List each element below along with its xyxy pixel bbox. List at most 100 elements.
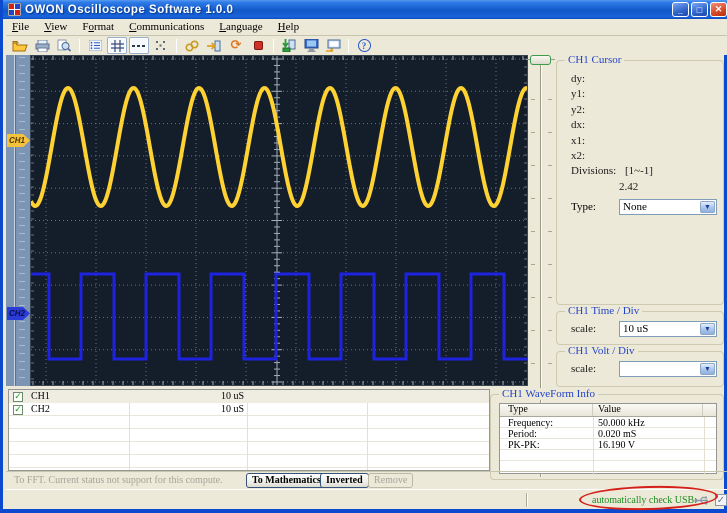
waveform-info-title: CH1 WaveForm Info	[499, 388, 599, 400]
print-button[interactable]	[32, 37, 52, 54]
dot-view-button[interactable]	[151, 37, 171, 54]
menu-communications[interactable]: Communications	[129, 21, 204, 33]
divisions-row: Divisions: [1~-1]	[571, 165, 717, 181]
channel-scale: 10 uS	[221, 391, 245, 402]
cursor-type-row: Type: None ▼	[571, 199, 717, 216]
menu-format[interactable]: Format	[82, 21, 114, 33]
download-data-button[interactable]	[279, 37, 299, 54]
info-row-period: Period: 0.020 mS	[508, 429, 637, 440]
open-file-button[interactable]	[10, 37, 30, 54]
maximize-button[interactable]: □	[691, 2, 708, 17]
cursor-field-x1: x1:	[571, 134, 586, 147]
refresh-icon: ⟳	[230, 37, 242, 53]
waveform-table-header: Type Value	[500, 404, 716, 417]
time-scale-value: 10 uS	[623, 323, 649, 335]
menu-view[interactable]: View	[44, 21, 67, 33]
waveform-info-table: Type Value Frequency: 50.000 kHz Period: 0…	[499, 403, 717, 475]
slider-handle[interactable]	[530, 55, 551, 65]
list-view-button[interactable]	[85, 37, 105, 54]
toolbar: ⟳ ?	[6, 36, 727, 55]
position-slider-track	[14, 55, 16, 386]
cursor-field-y1: y1:	[571, 88, 586, 101]
monitor-icon	[304, 39, 318, 52]
time-scale-select[interactable]: 10 uS ▼	[619, 321, 717, 337]
refresh-button[interactable]: ⟳	[226, 37, 246, 54]
remove-button: Remove	[368, 473, 414, 488]
screen-transfer-button[interactable]	[323, 37, 343, 54]
ch1-voltdiv-title: CH1 Volt / Div	[565, 345, 638, 357]
cursor-type-label: Type:	[571, 201, 596, 214]
app-window: OWON Oscilloscope Software 1.0.0 _ □ ✕ F…	[0, 0, 727, 513]
dash-view-button[interactable]	[129, 37, 149, 54]
channel-row-ch1[interactable]: ✓ CH1 10 uS	[9, 390, 489, 403]
cursor-field-dx: dx:	[571, 119, 586, 132]
cursor-field-y2: y2:	[571, 103, 586, 116]
stop-button[interactable]	[248, 37, 268, 54]
divisions-label: Divisions:	[571, 165, 617, 178]
cursor-type-select[interactable]: None ▼	[619, 199, 717, 216]
app-logo-icon	[8, 3, 21, 16]
magnifier-icon	[57, 39, 71, 52]
usb-auto-check-checkbox[interactable]: ✓	[715, 494, 727, 506]
ch1-position-marker[interactable]: CH1	[7, 134, 30, 147]
volt-scale-select[interactable]: ▼	[619, 361, 717, 377]
chevron-down-icon[interactable]: ▼	[700, 363, 715, 375]
help-button[interactable]: ?	[354, 37, 374, 54]
info-row-frequency: Frequency: 50.000 kHz	[508, 418, 645, 429]
open-folder-icon	[12, 40, 28, 51]
menu-language[interactable]: Language	[219, 21, 262, 33]
dots-icon	[156, 41, 165, 50]
grid-icon	[110, 39, 124, 52]
toolbar-separator	[176, 38, 177, 53]
screen-display-button[interactable]	[301, 37, 321, 54]
ch2-checkbox[interactable]: ✓	[13, 404, 23, 415]
channel-position-strip: CH1 CH2	[6, 55, 30, 386]
chevron-down-icon[interactable]: ▼	[700, 323, 715, 335]
list-icon	[88, 40, 102, 51]
volt-scale-label: scale:	[571, 363, 597, 375]
ch1-checkbox[interactable]: ✓	[13, 391, 23, 402]
column-type: Type	[500, 404, 593, 416]
status-bar: automatically check USB: ✓	[6, 489, 727, 509]
connect-device-button[interactable]	[204, 37, 224, 54]
close-button[interactable]: ✕	[710, 2, 727, 17]
oscilloscope-display[interactable]	[30, 55, 528, 386]
menu-file[interactable]: File	[12, 21, 29, 33]
menu-help[interactable]: Help	[278, 21, 299, 33]
grid-view-button[interactable]	[107, 37, 127, 54]
toolbar-separator	[273, 38, 274, 53]
slider-handle-tick	[526, 59, 530, 60]
ch1-timediv-title: CH1 Time / Div	[565, 305, 643, 317]
inverted-button[interactable]: Inverted	[320, 473, 369, 488]
dashes-icon	[132, 44, 145, 47]
ch2-position-marker[interactable]: CH2	[7, 307, 30, 320]
waveform-info-group: CH1 WaveForm Info Type Value Frequency: 5…	[490, 388, 724, 480]
print-preview-button[interactable]	[54, 37, 74, 54]
info-row-pkpk: PK-PK: 16.190 V	[508, 440, 636, 451]
minimize-button[interactable]: _	[672, 2, 689, 17]
divisions-range: [1~-1]	[624, 165, 653, 178]
download-icon	[282, 39, 296, 52]
cursor-field-x2: x2:	[571, 149, 586, 162]
toolbar-separator	[348, 38, 349, 53]
ch1-timediv-group: CH1 Time / Div scale: 10 uS ▼	[556, 305, 724, 345]
statusbar-divider	[526, 493, 528, 507]
help-icon: ?	[357, 39, 371, 52]
channel-scale: 10 uS	[221, 404, 245, 415]
divisions-value: 2.42	[619, 181, 639, 194]
math-bar: To FFT. Current status not support for t…	[6, 471, 727, 489]
link-device-button[interactable]	[182, 37, 202, 54]
usb-icon	[694, 496, 708, 505]
printer-icon	[35, 39, 49, 52]
toolbar-separator	[79, 38, 80, 53]
position-slider-ticks	[19, 57, 25, 385]
to-mathematics-button[interactable]: To Mathematics	[246, 473, 327, 488]
channel-list[interactable]: ✓ CH1 10 uS ✓ CH2 10 uS	[8, 389, 490, 471]
window-title: OWON Oscilloscope Software 1.0.0	[25, 3, 234, 16]
menu-bar: File View Format Communications Language…	[6, 19, 727, 35]
cursor-type-value: None	[623, 201, 647, 214]
ch1-cursor-title: CH1 Cursor	[565, 54, 625, 66]
stop-icon	[253, 41, 263, 50]
channel-row-ch2[interactable]: ✓ CH2 10 uS	[9, 403, 489, 416]
chevron-down-icon[interactable]: ▼	[700, 201, 715, 214]
